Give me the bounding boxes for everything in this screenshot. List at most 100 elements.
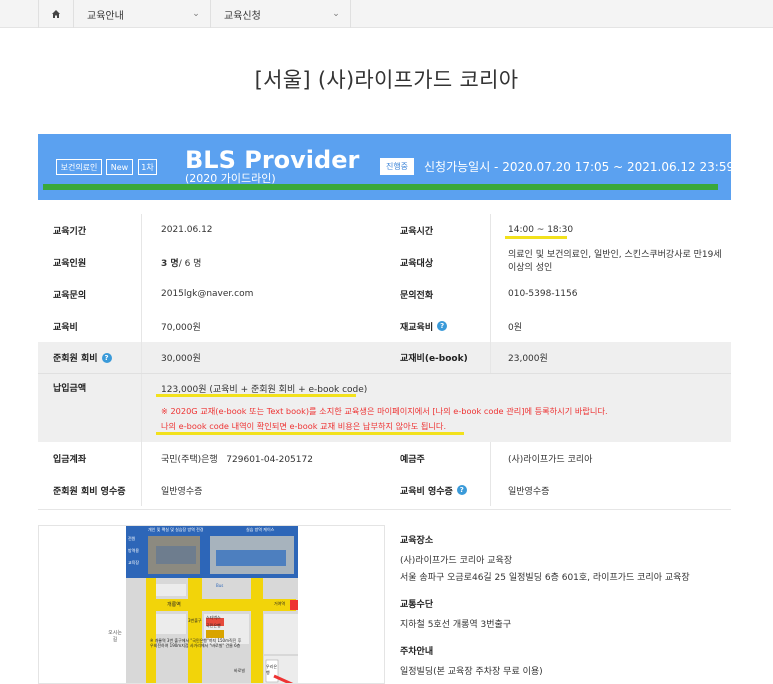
- member-fee-label: 준회원 회비?: [53, 342, 112, 373]
- page-title: [서울] (사)라이프가드 코리아: [254, 68, 519, 92]
- help-icon[interactable]: ?: [437, 321, 448, 331]
- member-fee-value: 30,000원: [161, 354, 201, 364]
- map-building-label: 바로빌: [234, 668, 246, 673]
- refee-label-text: 재교육비: [400, 322, 434, 333]
- fee-receipt-value: 일반영수증: [508, 486, 550, 497]
- new-badge: New: [106, 159, 133, 175]
- info-row: 교육비 70,000원 재교육비? 0원: [38, 310, 731, 342]
- divider: [141, 442, 142, 474]
- count-label: 교육인원: [53, 258, 87, 269]
- fee-receipt-label: 교육비 영수증?: [400, 474, 467, 506]
- account-value: 국민(주택)은행 729601-04-205172: [161, 454, 313, 465]
- map-station-label: 개롱역: [167, 602, 181, 608]
- highlight-underline: [156, 394, 356, 397]
- info-row: 준회원 회비 영수증 일반영수증 교육비 영수증? 일반영수증: [38, 474, 731, 506]
- holder-value: (사)라이프가드 코리아: [508, 454, 593, 465]
- map-bus-label: Bus: [216, 583, 224, 588]
- map-graphic: [126, 526, 298, 683]
- refee-value: 0원: [508, 322, 523, 333]
- top-navigation: 교육안내 ⌄ 교육신청 ⌄: [0, 0, 773, 28]
- phone-label: 문의전화: [400, 290, 434, 301]
- divider: [490, 342, 491, 373]
- divider: [490, 214, 491, 246]
- divider: [141, 374, 142, 442]
- course-banner: 보건의료인 New 1차 BLS Provider (2020 가이드라인) 진…: [38, 134, 760, 200]
- place-label: 교육장소: [400, 536, 434, 546]
- help-icon[interactable]: ?: [456, 485, 467, 495]
- status-badge: 진행중: [380, 158, 414, 175]
- divider: [141, 474, 142, 506]
- fee-label: 교육비: [53, 322, 78, 333]
- pay-label: 납입금액: [53, 383, 87, 394]
- time-label: 교육시간: [400, 226, 434, 237]
- highlight-underline: [505, 236, 567, 239]
- time-value: 14:00 ~ 18:30: [508, 225, 574, 235]
- divider: [490, 442, 491, 474]
- map-header-left: 개인 및 팩실 및 실습장 방역 전경: [148, 527, 204, 532]
- transit-label: 교통수단: [400, 600, 434, 610]
- info-row: 교육기간 2021.06.12 교육시간 14:00 ~ 18:30: [38, 214, 731, 246]
- map-bank2-label: 우리은행: [266, 664, 278, 675]
- nav-dropdown-education-apply[interactable]: 교육신청 ⌄: [211, 0, 351, 28]
- divider: [141, 310, 142, 342]
- map-exit-label: 3번출구: [188, 618, 202, 623]
- help-icon[interactable]: ?: [101, 352, 112, 363]
- divider: [490, 310, 491, 342]
- count-value: 3 명 / 6 명: [161, 246, 201, 278]
- map-road-label: 거여역: [274, 601, 286, 606]
- book-value: 23,000원: [508, 354, 548, 364]
- contact-label: 교육문의: [53, 290, 87, 301]
- location-map-frame: 개인 및 팩실 및 실습장 방역 전경 실습 방역 케이스 전원 방역용 교육장…: [38, 525, 385, 684]
- period-value: 2021.06.12: [161, 225, 213, 235]
- info-row: 교육문의 2015lgk@naver.com 문의전화 010-5398-115…: [38, 278, 731, 310]
- nav-dropdown-education-info[interactable]: 교육안내 ⌄: [74, 0, 211, 28]
- divider: [141, 214, 142, 246]
- divider: [38, 509, 731, 510]
- highlight-line: [43, 184, 718, 190]
- contact-email: 2015lgk@naver.com: [161, 289, 254, 299]
- member-receipt-value: 일반영수증: [161, 486, 203, 497]
- divider: [490, 246, 491, 278]
- info-row: 입금계좌 국민(주택)은행 729601-04-205172 예금주 (사)라이…: [38, 442, 731, 474]
- session-badge: 1차: [138, 159, 157, 175]
- nav-dropdown-label: 교육안내: [87, 10, 124, 22]
- home-button[interactable]: [38, 0, 74, 28]
- parking-label: 주차안내: [400, 647, 434, 657]
- target-label: 교육대상: [400, 258, 434, 269]
- payment-row: 납입금액 123,000원 (교육비 + 준회원 회비 + e-book cod…: [38, 373, 731, 442]
- application-period: 신청가능일시 - 2020.07.20 17:05 ~ 2021.06.12 2…: [424, 160, 760, 174]
- map-left-label: 오시는 길: [108, 630, 122, 643]
- count-current: 3 명: [161, 258, 179, 269]
- map-side-label: 교육장: [128, 560, 140, 565]
- ebook-notice-2: 나의 e-book code 내역이 확인되면 e-book 교재 비용은 납부…: [161, 421, 447, 431]
- map-side-label: 방역용: [128, 548, 140, 553]
- place-address: 서울 송파구 오금로46길 25 일정빌딩 6층 601호, 라이프가드 코리아…: [400, 573, 690, 583]
- highlight-underline: [156, 432, 464, 435]
- home-icon: [52, 10, 60, 18]
- member-fee-label-text: 준회원 회비: [53, 354, 98, 364]
- book-label: 교재비(e-book): [400, 354, 468, 364]
- place-name: (사)라이프가드 코리아 교육장: [400, 556, 513, 566]
- period-label: 교육기간: [53, 226, 87, 237]
- member-receipt-label: 준회원 회비 영수증: [53, 486, 126, 497]
- holder-label: 예금주: [400, 454, 425, 465]
- map-header-right: 실습 방역 케이스: [246, 527, 275, 532]
- map-direction-note: ※ 개롱역 3번 출구에서 "국민은행"까지 150m직진 후 우회전하여 19…: [150, 638, 242, 648]
- map-store-label: 스타벅스: [206, 615, 221, 620]
- map-bank-label: 국민은행: [206, 623, 221, 628]
- location-map-image[interactable]: 개인 및 팩실 및 실습장 방역 전경 실습 방역 케이스 전원 방역용 교육장…: [126, 526, 298, 683]
- divider: [490, 474, 491, 506]
- fee-value: 70,000원: [161, 322, 201, 333]
- refee-label: 재교육비?: [400, 310, 448, 342]
- divider: [141, 342, 142, 373]
- info-row: 교육인원 3 명 / 6 명 교육대상 의료인 및 보건의료인, 일반인, 스킨…: [38, 246, 731, 278]
- nav-dropdown-label: 교육신청: [224, 10, 261, 22]
- category-badge: 보건의료인: [56, 159, 102, 175]
- phone-value: 010-5398-1156: [508, 289, 578, 299]
- ebook-notice: ※ 2020G 교재(e-book 또는 Text book)를 소지한 교육생…: [161, 406, 608, 416]
- count-total: / 6 명: [178, 258, 202, 269]
- chevron-down-icon: ⌄: [192, 9, 200, 19]
- info-row: 준회원 회비? 30,000원 교재비(e-book) 23,000원: [38, 342, 731, 373]
- target-value: 의료인 및 보건의료인, 일반인, 스킨스쿠버강사로 만19세 이상의 성인: [508, 250, 722, 273]
- map-side-label: 전원: [128, 536, 136, 541]
